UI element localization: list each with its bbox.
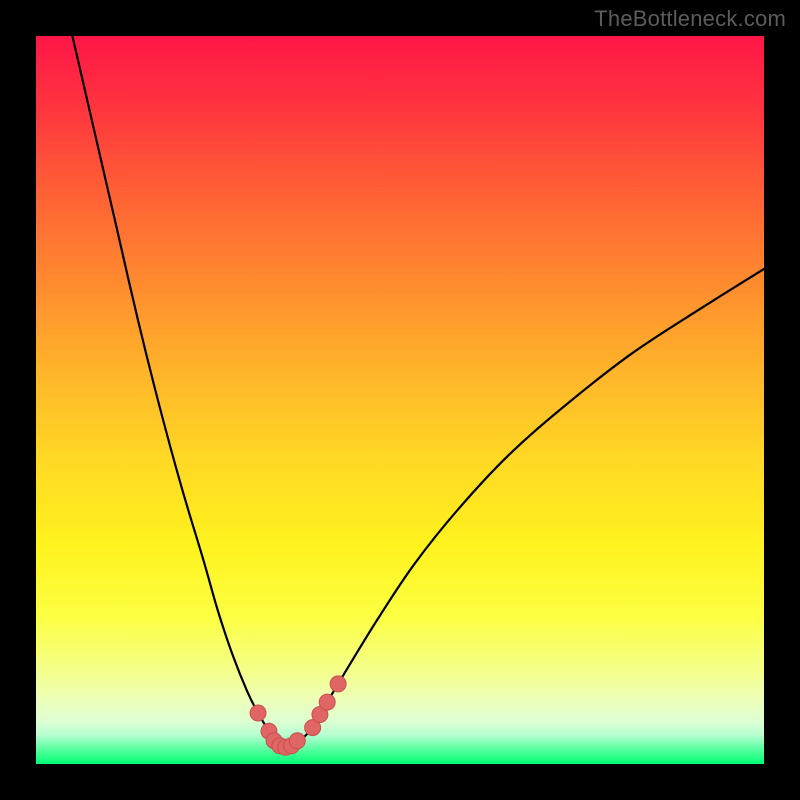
chart-svg [36,36,764,764]
curve-marker [250,705,266,721]
watermark-label: TheBottleneck.com [594,6,786,32]
curve-markers [250,676,346,755]
curve-marker [289,733,305,749]
curve-marker [319,694,335,710]
curve-marker [330,676,346,692]
chart-plot-area [36,36,764,764]
bottleneck-curve [72,36,764,748]
